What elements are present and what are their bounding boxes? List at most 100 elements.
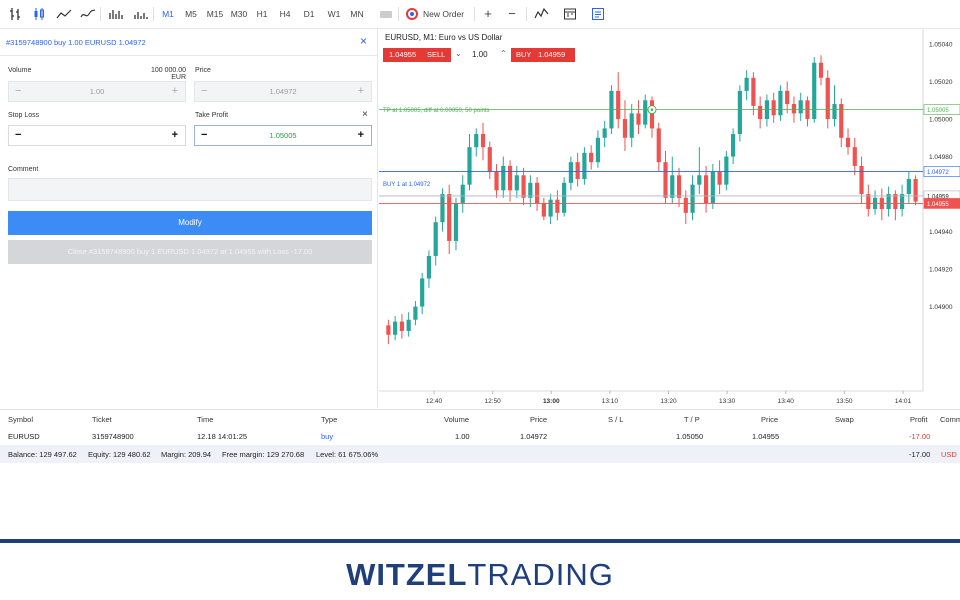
timeframe-h4[interactable]: H4 [279,6,291,22]
volume-stepper[interactable]: − 1.00 + [8,81,186,102]
new-order-button[interactable]: New Order [423,6,467,22]
candle-body [453,203,459,241]
candle-body [670,175,675,198]
volume-label: Volume [8,67,32,74]
indicator-list-icon[interactable] [534,6,550,22]
cell-ticket: 3159748900 [92,432,134,441]
stop-loss-stepper[interactable]: − + [8,125,186,146]
buy-button[interactable]: BUY 1.04959 [511,48,575,62]
sell-button[interactable]: 1.04955 SELL [383,48,451,62]
volume-increase-button[interactable]: + [172,82,178,101]
col-header-ticket[interactable]: Ticket [92,415,112,424]
candle-body [467,147,472,185]
candle-body [480,134,486,148]
lot-decrease-icon[interactable]: ⌄ [455,49,462,58]
table-row[interactable]: EURUSD 3159748900 12.18 14:01:25 buy 1.0… [0,427,960,445]
time-tick-label: 12:40 [426,398,443,405]
comment-field[interactable] [8,178,372,201]
candlestick-icon[interactable] [32,6,46,22]
col-header-swap[interactable]: Swap [835,415,854,424]
line-chart-icon[interactable] [56,6,72,22]
time-tick-label: 13:30 [719,398,736,405]
order-panel-icon[interactable] [591,6,605,22]
zoom-in-icon[interactable]: + [483,6,493,22]
col-header-sl[interactable]: S / L [608,415,623,424]
timeframe-h1[interactable]: H1 [256,6,268,22]
equity-text: Equity: 129 480.62 [88,450,151,459]
price-increase-button[interactable]: + [358,82,364,101]
new-order-icon[interactable] [405,6,419,22]
volume-icon[interactable] [133,6,149,22]
toolbar-divider [398,7,399,21]
price-chart[interactable]: 1.050401.050201.050001.049801.049601.049… [379,29,960,409]
col-header-tp[interactable]: T / P [684,415,700,424]
col-header-type[interactable]: Type [321,415,337,424]
col-header-volume[interactable]: Volume [444,415,469,424]
take-profit-label: Take Profit [195,112,229,119]
candle-body [758,105,763,120]
take-profit-badge-label: 1.05005 [927,108,949,114]
candle-body [710,171,715,204]
buy-entry-badge-label: 1.04972 [927,170,949,176]
clear-take-profit-icon[interactable]: × [362,109,368,120]
modify-button[interactable]: Modify [8,211,372,235]
candle-body [575,162,580,180]
toolbar-divider [526,7,527,21]
price-stepper[interactable]: − 1.04972 + [194,81,372,102]
candle-body [663,162,668,198]
sell-price: 1.04955 [389,50,417,59]
lot-increase-icon[interactable]: ⌃ [500,49,507,58]
col-header-price[interactable]: Price [530,415,547,424]
col-header-symbol[interactable]: Symbol [8,415,33,424]
candle-body [629,113,634,138]
order-panel: #3159748900 buy 1.00 EURUSD 1.04972 × Vo… [0,29,378,407]
timeframe-m1[interactable]: M1 [161,6,175,22]
cell-price: 1.04972 [520,432,548,441]
candle-body [406,319,411,331]
timeframe-mn[interactable]: MN [350,6,364,22]
timeframe-d1[interactable]: D1 [303,6,315,22]
take-profit-value: 1.05005 [269,131,297,140]
brand-light-text: TRADING [467,557,614,592]
price-tick-label: 1.04920 [929,267,953,274]
col-header-time[interactable]: Time [197,415,213,424]
bar-chart-icon[interactable] [8,6,22,22]
timeframe-w1[interactable]: W1 [327,6,341,22]
take-profit-stepper[interactable]: − 1.05005 + [194,125,372,146]
candle-body [447,194,452,241]
price-tick-label: 1.05000 [929,117,953,124]
bid-badge-label: 1.04955 [927,202,949,208]
cell-symbol: EURUSD [8,432,40,441]
close-position-button[interactable]: Close #3159748900 buy 1 EURUSD 1.04972 a… [8,240,372,264]
take-profit-increase-button[interactable]: + [358,126,364,145]
comment-label: Comment [8,166,39,173]
screenshot-icon[interactable] [379,6,393,22]
timeframe-m30[interactable]: M30 [230,6,248,22]
col-header-comment[interactable]: Comm [940,415,960,424]
price-value: 1.04972 [269,87,297,96]
indicators-icon[interactable] [108,6,124,22]
calendar-icon[interactable] [563,6,577,22]
zoom-out-icon[interactable]: − [507,6,517,22]
area-chart-icon[interactable] [80,6,96,22]
timeframe-m5[interactable]: M5 [184,6,198,22]
level-text: Level: 61 675.06% [316,450,379,459]
candle-body [622,119,628,138]
close-icon[interactable]: × [360,34,367,48]
col-header-current-price[interactable]: Price [761,415,778,424]
lot-value[interactable]: 1.00 [472,50,488,59]
candle-body [386,325,391,335]
stop-loss-increase-button[interactable]: + [172,126,178,145]
candle-body [859,165,864,195]
balance-text: Balance: 129 497.62 [8,450,77,459]
candle-body [474,134,479,148]
candle-body [839,104,844,138]
candle-body [731,134,736,157]
buy-label: BUY [516,50,532,59]
timeframe-m15[interactable]: M15 [206,6,224,22]
candle-body [548,199,553,217]
col-header-profit[interactable]: Profit [910,415,928,424]
tp-line-label: TP at 1.05005, diff at 0.00050, 50 point… [383,108,490,114]
stop-loss-decrease-button[interactable]: − [15,126,21,145]
chart-area[interactable]: 1.050401.050201.050001.049801.049601.049… [379,29,960,409]
